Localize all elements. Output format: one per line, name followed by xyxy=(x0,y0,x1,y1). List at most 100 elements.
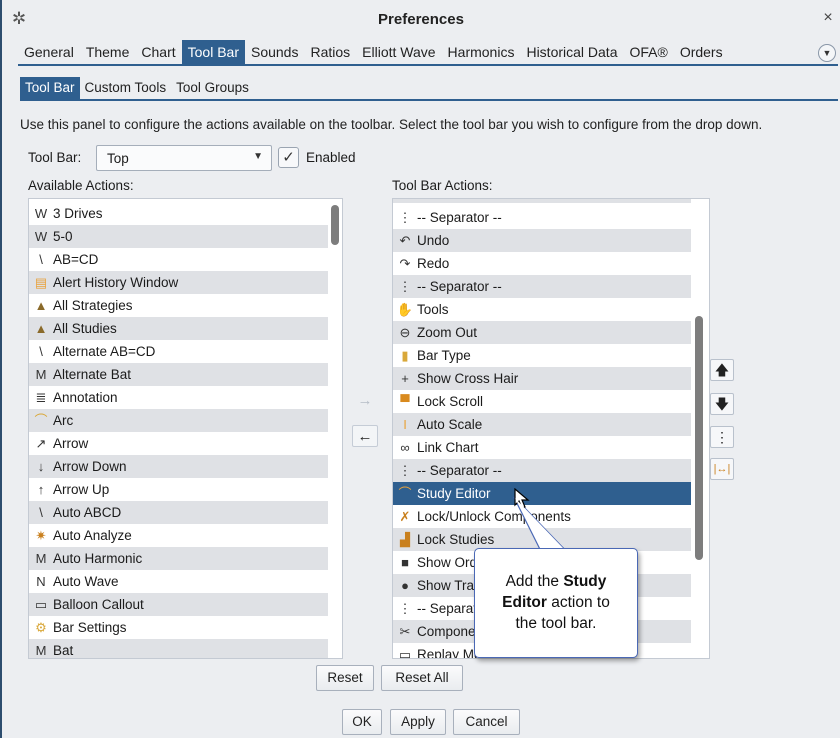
list-item-label: AB=CD xyxy=(53,252,99,267)
list-item[interactable]: ▲ All Studies xyxy=(29,317,328,340)
add-action-button[interactable]: → xyxy=(352,390,378,412)
tab-theme[interactable]: Theme xyxy=(80,40,136,64)
subtab-custom-tools[interactable]: Custom Tools xyxy=(80,77,172,99)
list-item[interactable]: M Alternate Bat xyxy=(29,363,328,386)
list-item[interactable]: \ AB=CD xyxy=(29,248,328,271)
cancel-button[interactable]: Cancel xyxy=(453,709,520,735)
list-item-label: Auto Scale xyxy=(417,417,483,432)
list-item-label: 5-0 xyxy=(53,229,73,244)
list-item[interactable]: I Auto Scale xyxy=(393,413,691,436)
more-tabs-chevron-icon[interactable]: ▼ xyxy=(818,44,836,62)
enabled-checkbox[interactable]: ✓ xyxy=(278,147,299,168)
list-item[interactable]: ▤ Alert History Window xyxy=(29,271,328,294)
add-spacer-button[interactable]: |↔| xyxy=(710,458,734,480)
list-item[interactable]: ↶ Undo xyxy=(393,229,691,252)
list-item[interactable]: W 3 Drives xyxy=(29,202,328,225)
tab-historical-data[interactable]: Historical Data xyxy=(520,40,623,64)
list-item[interactable]: ▮ Bar Type xyxy=(393,344,691,367)
list-item-label: All Strategies xyxy=(53,298,133,313)
list-item[interactable]: ∞ Link Chart xyxy=(393,436,691,459)
list-item[interactable]: ↷ Redo xyxy=(393,252,691,275)
close-icon[interactable]: × xyxy=(820,9,836,27)
list-item[interactable]: ✋ Tools xyxy=(393,298,691,321)
tab-chart[interactable]: Chart xyxy=(135,40,181,64)
undo-icon: ↶ xyxy=(399,232,411,248)
tab-elliott-wave[interactable]: Elliott Wave xyxy=(356,40,441,64)
list-item[interactable]: ⋮ -- Separator -- xyxy=(393,206,691,229)
list-item-label: All Studies xyxy=(53,321,117,336)
list-item[interactable]: N Auto Wave xyxy=(29,570,328,593)
separator-icon: ⋮ xyxy=(398,278,412,294)
available-actions-list[interactable]: W 3 Drives W 5-0 \ AB=CD ▤ Alert History Win… xyxy=(28,198,343,659)
tab-ratios[interactable]: Ratios xyxy=(304,40,356,64)
tab-ofa[interactable]: OFA® xyxy=(623,40,673,64)
list-item-label: Alternate AB=CD xyxy=(53,344,156,359)
remove-action-button[interactable]: ← xyxy=(352,425,378,447)
available-scrollbar[interactable] xyxy=(331,205,339,245)
chart-area-icon: ▲ xyxy=(34,297,48,313)
list-item-label: Auto Analyze xyxy=(53,528,132,543)
zoom-out-icon: ⊖ xyxy=(399,324,411,340)
sub-tabs: Tool Bar Custom Tools Tool Groups xyxy=(20,77,254,99)
list-item[interactable]: ↑ Arrow Up xyxy=(29,478,328,501)
available-actions-header: Available Actions: xyxy=(28,178,134,193)
list-item[interactable]: M Bat xyxy=(29,639,328,658)
hand-icon: ✋ xyxy=(396,301,414,317)
add-separator-button[interactable]: ⋮ xyxy=(710,426,734,448)
list-item[interactable]: ≣ Annotation xyxy=(29,386,328,409)
list-item[interactable]: \ Auto ABCD xyxy=(29,501,328,524)
list-item-label: Auto Wave xyxy=(53,574,119,589)
candlestick-icon: ▮ xyxy=(401,347,409,363)
list-item[interactable]: ↗ Arrow xyxy=(29,432,328,455)
tab-harmonics[interactable]: Harmonics xyxy=(442,40,521,64)
list-item-label: 3 Drives xyxy=(53,206,103,221)
tutorial-callout: Add the Study Editor action to the tool … xyxy=(474,548,638,658)
list-item[interactable]: ✗ Lock/Unlock Components xyxy=(393,505,691,528)
subtab-tool-bar[interactable]: Tool Bar xyxy=(20,77,80,99)
ok-button[interactable]: OK xyxy=(342,709,382,735)
bat-pattern-icon: M xyxy=(35,366,47,382)
list-item-label: Arrow Down xyxy=(53,459,127,474)
list-item[interactable]: ⌒ Arc xyxy=(29,409,328,432)
list-item[interactable]: ⚙ Bar Settings xyxy=(29,616,328,639)
list-item[interactable]: ▲ All Strategies xyxy=(29,294,328,317)
list-item[interactable]: ⊖ Zoom Out xyxy=(393,321,691,344)
panel-description: Use this panel to configure the actions … xyxy=(20,117,763,132)
list-item[interactable]: M Auto Harmonic xyxy=(29,547,328,570)
preferences-window: ✲ Preferences × General Theme Chart Tool… xyxy=(0,0,840,738)
tab-general[interactable]: General xyxy=(18,40,80,64)
callout-line-1: Add the Study xyxy=(505,573,607,590)
list-item[interactable]: ▭ Balloon Callout xyxy=(29,593,328,616)
list-item[interactable]: ▀ Lock Scroll xyxy=(393,390,691,413)
subtab-tool-groups[interactable]: Tool Groups xyxy=(171,77,254,99)
separator-icon: ⋮ xyxy=(398,462,412,478)
tab-divider xyxy=(18,64,838,66)
list-item[interactable]: ⋮ -- Separator -- xyxy=(393,459,691,482)
separator-icon: ⋮ xyxy=(398,600,412,616)
list-item[interactable]: + Show Cross Hair xyxy=(393,367,691,390)
list-item[interactable]: ✷ Auto Analyze xyxy=(29,524,328,547)
separator-icon: ⋮ xyxy=(398,209,412,225)
move-up-button[interactable]: 🡅 xyxy=(710,359,734,381)
tab-orders[interactable]: Orders xyxy=(674,40,729,64)
list-item[interactable]: ↓ Arrow Down xyxy=(29,455,328,478)
tab-tool-bar[interactable]: Tool Bar xyxy=(181,40,245,64)
zigzag-icon: \ xyxy=(39,504,43,520)
list-item[interactable]: \ Alternate AB=CD xyxy=(29,340,328,363)
list-item-label: Alert History Window xyxy=(53,275,179,290)
list-item-selected[interactable]: ⌒ Study Editor xyxy=(393,482,691,505)
list-item-label: -- Separator -- xyxy=(417,279,502,294)
reset-all-button[interactable]: Reset All xyxy=(381,665,463,691)
list-item-label: Lock/Unlock Components xyxy=(417,509,571,524)
toolbar-select[interactable]: Top ▼ xyxy=(96,145,272,171)
list-item[interactable]: ⋮ -- Separator -- xyxy=(393,275,691,298)
study-editor-icon: ⌒ xyxy=(398,485,412,501)
redo-icon: ↷ xyxy=(399,255,411,271)
list-item[interactable]: W 5-0 xyxy=(29,225,328,248)
toolbar-actions-scrollbar[interactable] xyxy=(695,316,703,560)
reset-button[interactable]: Reset xyxy=(316,665,374,691)
tab-sounds[interactable]: Sounds xyxy=(245,40,304,64)
lock-studies-icon: ▟ xyxy=(400,531,410,547)
move-down-button[interactable]: 🡇 xyxy=(710,393,734,415)
apply-button[interactable]: Apply xyxy=(390,709,446,735)
